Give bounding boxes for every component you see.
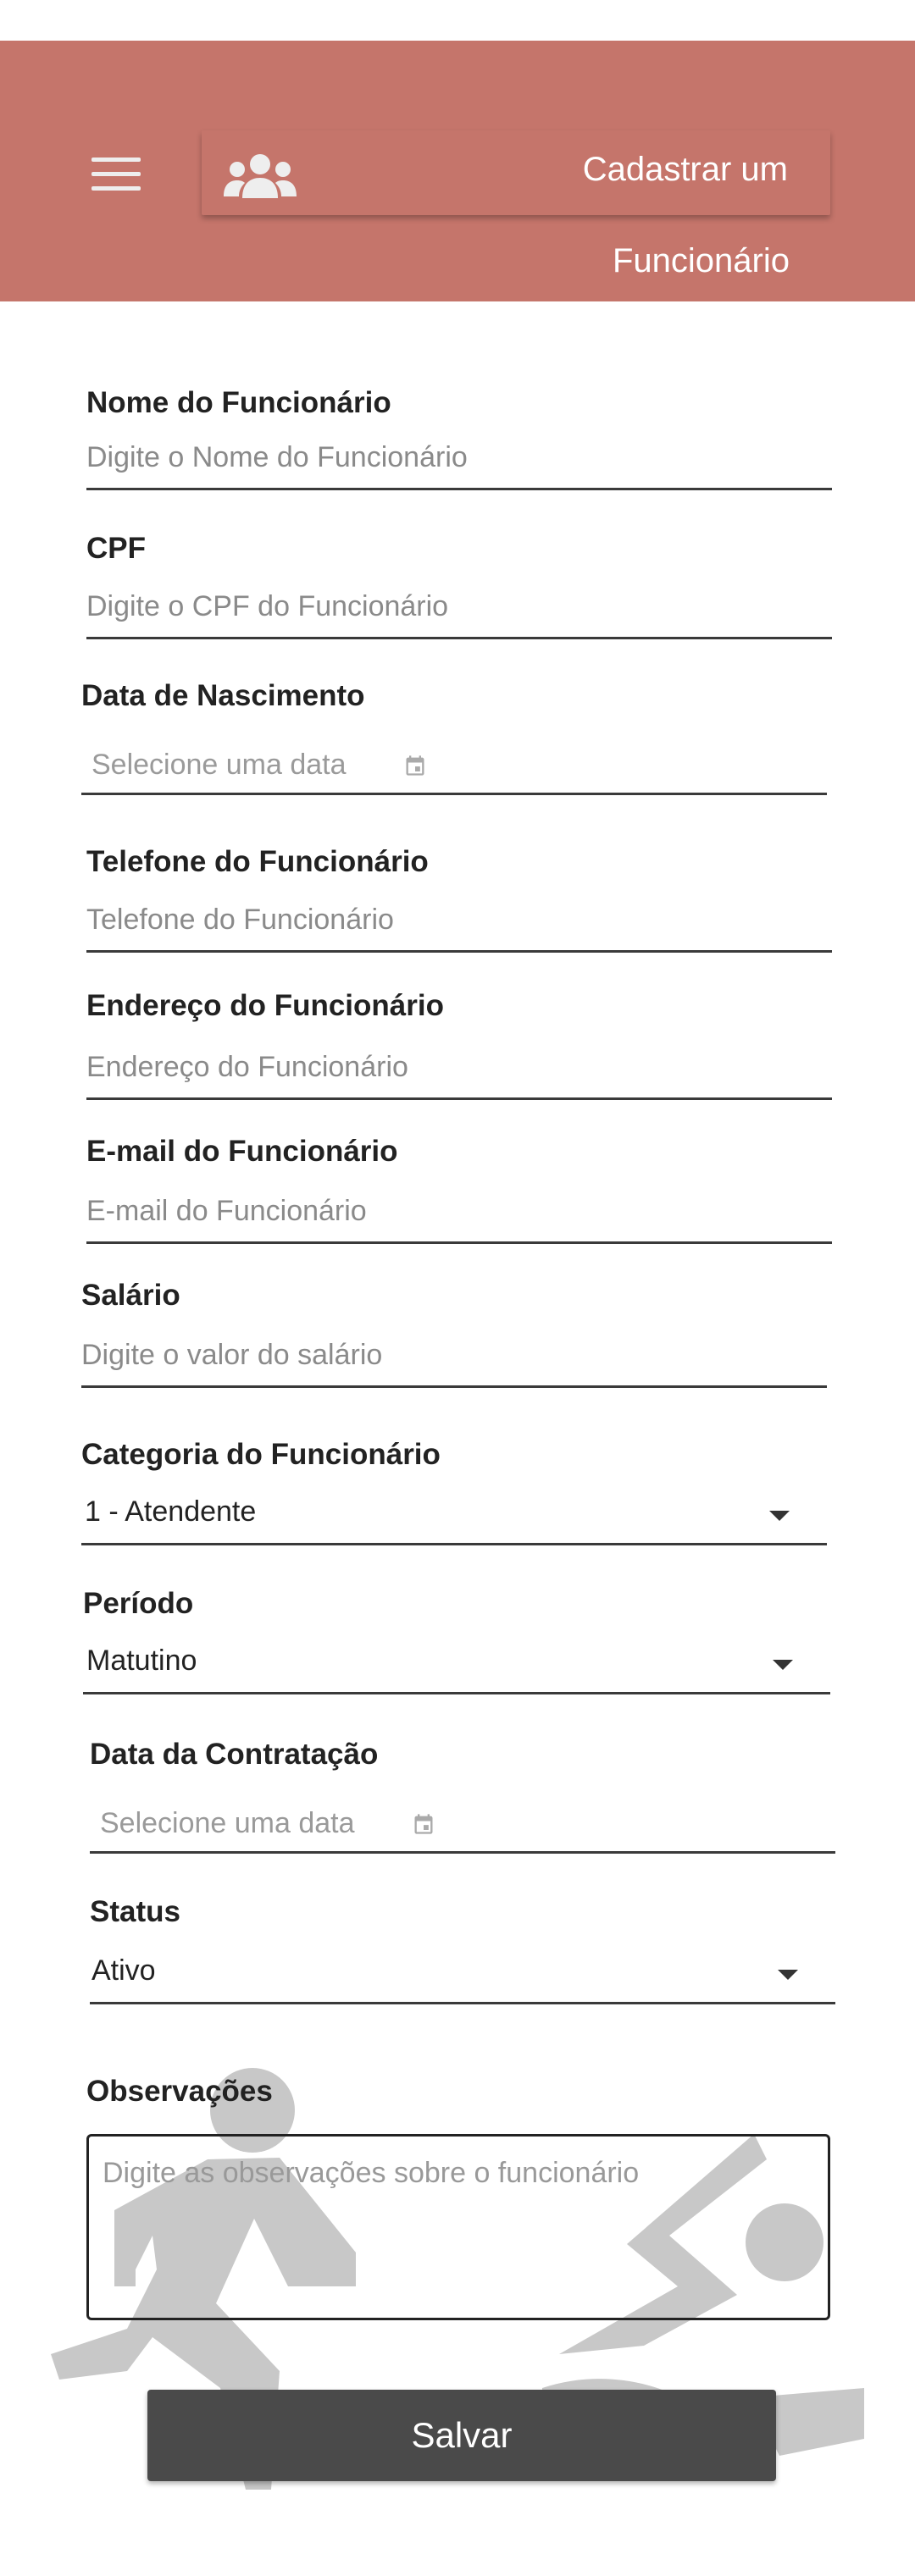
status-label: Status bbox=[90, 1895, 180, 1928]
cpf-label: CPF bbox=[86, 532, 146, 565]
email-label: E-mail do Funcionário bbox=[86, 1135, 398, 1168]
nascimento-placeholder: Selecione uma data bbox=[92, 749, 347, 781]
cpf-input[interactable]: Digite o CPF do Funcionário bbox=[86, 586, 832, 639]
group-icon bbox=[224, 154, 297, 198]
page-title-line1: Cadastrar um bbox=[582, 151, 788, 188]
chevron-down-icon bbox=[773, 1660, 793, 1670]
categoria-select[interactable]: 1 - Atendente bbox=[81, 1492, 827, 1545]
salario-placeholder: Digite o valor do salário bbox=[81, 1339, 383, 1371]
cpf-placeholder: Digite o CPF do Funcionário bbox=[86, 590, 449, 622]
page-title-line2: Funcionário bbox=[612, 242, 790, 279]
email-input[interactable]: E-mail do Funcionário bbox=[86, 1191, 832, 1244]
categoria-value: 1 - Atendente bbox=[85, 1495, 257, 1528]
nome-label: Nome do Funcionário bbox=[86, 386, 391, 419]
email-placeholder: E-mail do Funcionário bbox=[86, 1195, 367, 1227]
status-value: Ativo bbox=[92, 1954, 156, 1987]
save-button[interactable]: Salvar bbox=[147, 2390, 776, 2481]
nome-placeholder: Digite o Nome do Funcionário bbox=[86, 441, 468, 473]
periodo-label: Período bbox=[83, 1587, 194, 1620]
contratacao-placeholder: Selecione uma data bbox=[100, 1807, 355, 1839]
telefone-label: Telefone do Funcionário bbox=[86, 845, 429, 878]
calendar-icon[interactable] bbox=[412, 1812, 435, 1836]
periodo-select[interactable]: Matutino bbox=[83, 1641, 830, 1694]
contratacao-label: Data da Contratação bbox=[90, 1738, 379, 1771]
contratacao-date-input[interactable]: Selecione uma data bbox=[90, 1800, 835, 1854]
nascimento-label: Data de Nascimento bbox=[81, 679, 365, 712]
endereco-label: Endereço do Funcionário bbox=[86, 989, 444, 1022]
nome-input[interactable]: Digite o Nome do Funcionário bbox=[86, 437, 832, 490]
periodo-value: Matutino bbox=[86, 1645, 197, 1677]
endereco-placeholder: Endereço do Funcionário bbox=[86, 1051, 408, 1083]
nascimento-date-input[interactable]: Selecione uma data bbox=[81, 742, 827, 795]
title-card: Cadastrar um bbox=[202, 130, 830, 215]
observacoes-placeholder: Digite as observações sobre o funcionári… bbox=[103, 2157, 640, 2189]
telefone-placeholder: Telefone do Funcionário bbox=[86, 904, 394, 936]
salario-input[interactable]: Digite o valor do salário bbox=[81, 1335, 827, 1388]
observacoes-textarea[interactable]: Digite as observações sobre o funcionári… bbox=[86, 2134, 830, 2320]
endereco-input[interactable]: Endereço do Funcionário bbox=[86, 1047, 832, 1100]
calendar-icon[interactable] bbox=[403, 754, 427, 777]
menu-icon[interactable] bbox=[86, 151, 146, 195]
chevron-down-icon bbox=[778, 1970, 798, 1980]
telefone-input[interactable]: Telefone do Funcionário bbox=[86, 899, 832, 953]
status-select[interactable]: Ativo bbox=[90, 1951, 835, 2004]
categoria-label: Categoria do Funcionário bbox=[81, 1438, 441, 1471]
chevron-down-icon bbox=[769, 1511, 790, 1521]
observacoes-label: Observações bbox=[86, 2075, 273, 2108]
salario-label: Salário bbox=[81, 1279, 180, 1312]
